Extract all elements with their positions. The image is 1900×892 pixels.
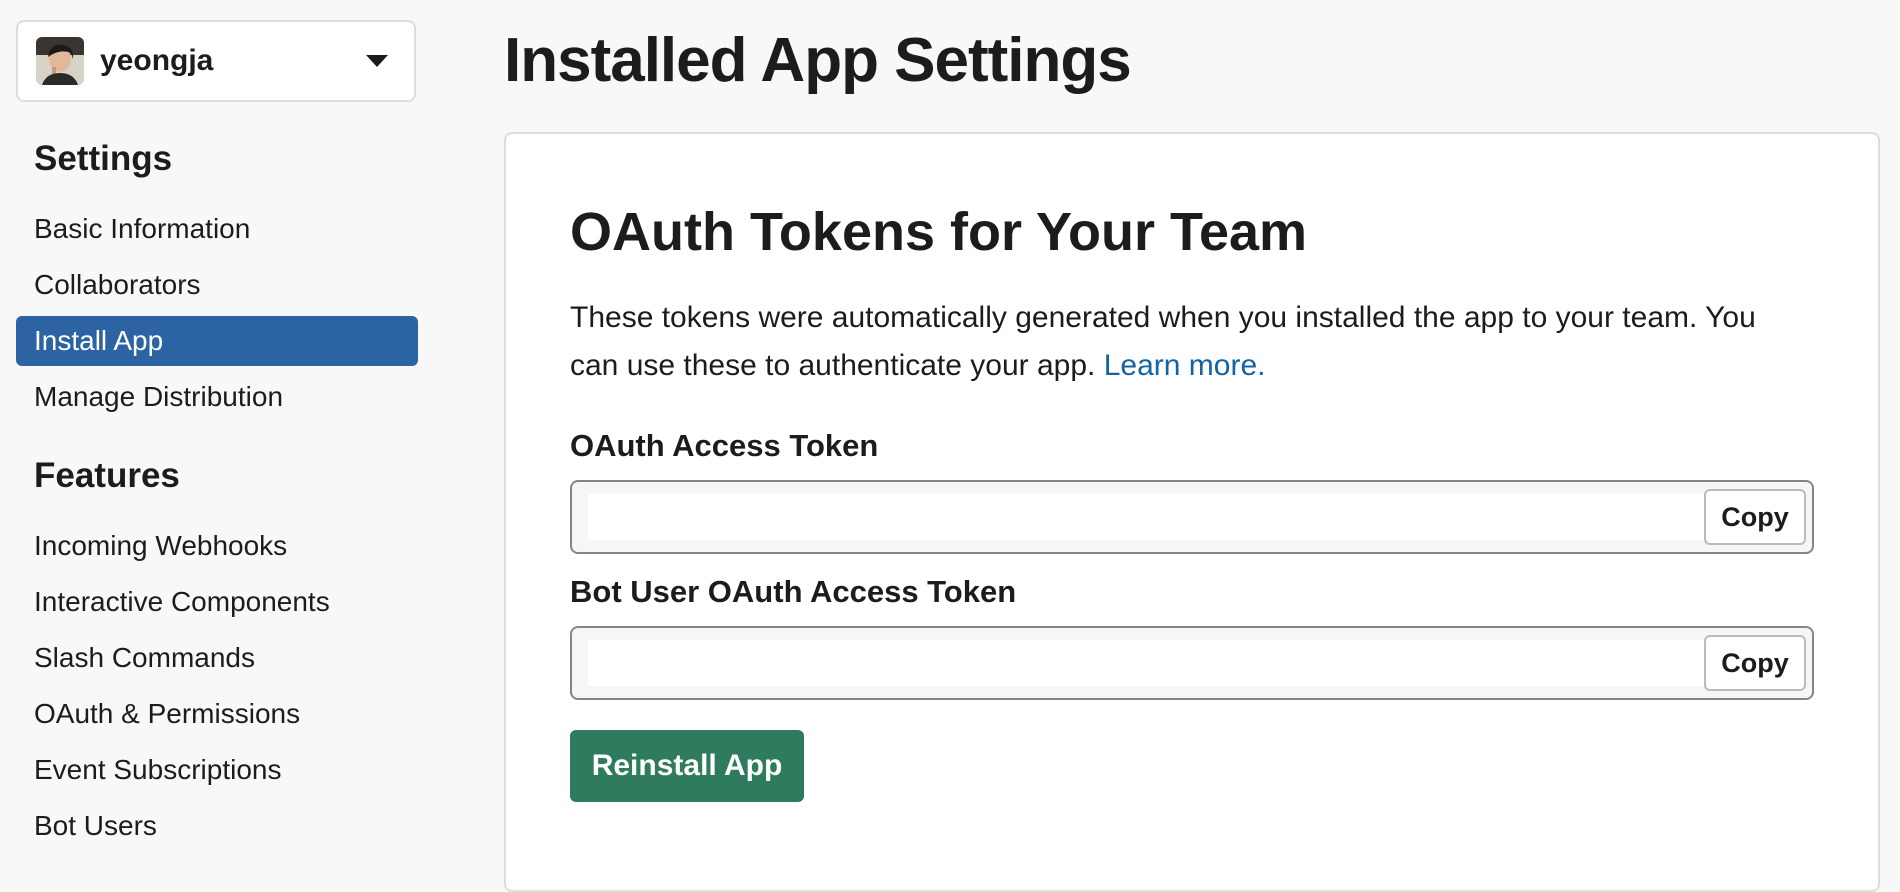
card-description: These tokens were automatically generate… bbox=[570, 294, 1810, 390]
settings-nav: Basic Information Collaborators Install … bbox=[16, 204, 418, 428]
features-nav: Incoming Webhooks Interactive Components… bbox=[16, 521, 418, 857]
page-title: Installed App Settings bbox=[504, 26, 1132, 95]
reinstall-app-button[interactable]: Reinstall App bbox=[570, 730, 804, 802]
oauth-access-token-label: OAuth Access Token bbox=[570, 428, 879, 463]
sidebar-item-basic-information[interactable]: Basic Information bbox=[16, 204, 418, 254]
sidebar-item-incoming-webhooks[interactable]: Incoming Webhooks bbox=[16, 521, 418, 571]
sidebar-item-install-app[interactable]: Install App bbox=[16, 316, 418, 366]
settings-heading: Settings bbox=[34, 139, 173, 178]
sidebar-item-bot-users[interactable]: Bot Users bbox=[16, 801, 418, 851]
copy-oauth-token-button[interactable]: Copy bbox=[1704, 489, 1806, 545]
chevron-down-icon bbox=[366, 55, 388, 67]
sidebar-item-slash-commands[interactable]: Slash Commands bbox=[16, 633, 418, 683]
sidebar-item-collaborators[interactable]: Collaborators bbox=[16, 260, 418, 310]
team-switcher[interactable]: yeongja bbox=[16, 20, 416, 102]
bot-user-oauth-access-token-input[interactable] bbox=[588, 640, 1708, 686]
team-name: yeongja bbox=[100, 44, 214, 77]
features-heading: Features bbox=[34, 456, 180, 495]
sidebar-item-event-subscriptions[interactable]: Event Subscriptions bbox=[16, 745, 418, 795]
bot-user-oauth-access-token-label: Bot User OAuth Access Token bbox=[570, 574, 1017, 609]
user-avatar-photo-icon bbox=[36, 37, 84, 85]
oauth-tokens-card: OAuth Tokens for Your Team These tokens … bbox=[504, 132, 1880, 892]
avatar bbox=[36, 37, 84, 85]
sidebar-item-oauth-permissions[interactable]: OAuth & Permissions bbox=[16, 689, 418, 739]
copy-bot-token-button[interactable]: Copy bbox=[1704, 635, 1806, 691]
sidebar-item-manage-distribution[interactable]: Manage Distribution bbox=[16, 372, 418, 422]
sidebar-item-interactive-components[interactable]: Interactive Components bbox=[16, 577, 418, 627]
oauth-access-token-input[interactable] bbox=[588, 494, 1708, 540]
learn-more-link[interactable]: Learn more. bbox=[1104, 349, 1266, 382]
card-title: OAuth Tokens for Your Team bbox=[570, 202, 1308, 262]
sidebar: yeongja Settings Basic Information Colla… bbox=[0, 0, 440, 856]
bot-user-oauth-access-token-field: Copy bbox=[570, 626, 1814, 700]
oauth-access-token-field: Copy bbox=[570, 480, 1814, 554]
